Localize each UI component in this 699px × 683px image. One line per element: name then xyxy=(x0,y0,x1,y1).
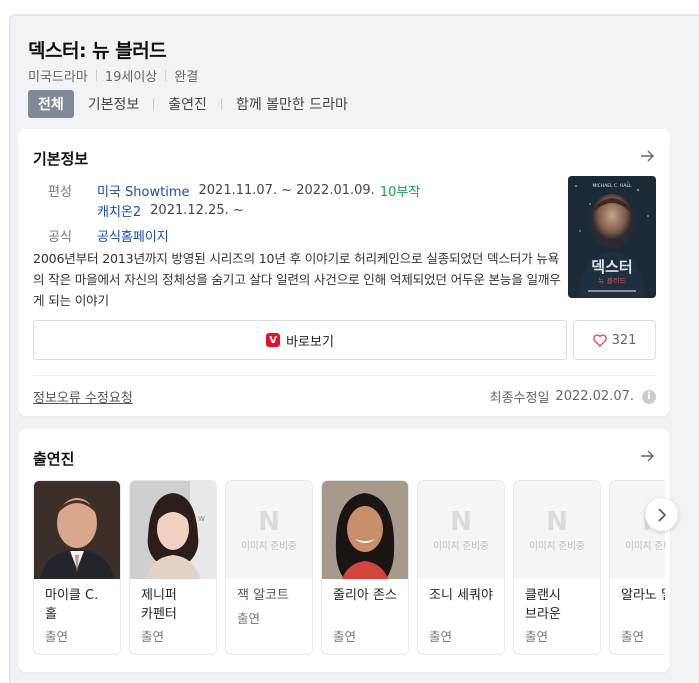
info-row: 캐치온2 2021.12.25. ~ xyxy=(33,200,553,220)
last-updated: 최종수정일 2022.02.07. i xyxy=(490,387,656,406)
basic-info-card: 기본정보 편성 미국 Showtime 2021.11.07. ~ 2022.0… xyxy=(18,129,670,416)
info-row: 편성 미국 Showtime 2021.11.07. ~ 2022.01.09.… xyxy=(33,180,553,200)
official-site-link[interactable]: 공식홈페이지 xyxy=(97,226,169,245)
meta-line: 미국드라마 19세이상 완결 xyxy=(28,66,198,85)
like-count: 321 xyxy=(611,332,637,348)
info-label: 공식 xyxy=(48,229,72,245)
naver-n-icon: N xyxy=(450,507,472,537)
cast-member[interactable]: W 제니퍼 카펜터 출연 xyxy=(129,480,217,655)
poster-title: 덱스터 xyxy=(591,258,632,276)
watch-now-button[interactable]: V 바로보기 xyxy=(33,320,567,360)
info-label: 편성 xyxy=(48,184,72,200)
arrow-right-icon[interactable] xyxy=(638,147,656,165)
carousel-next-button[interactable] xyxy=(645,498,678,531)
updated-date: 2022.02.07. xyxy=(555,389,634,404)
cast-photo-placeholder: N 이미지 준비중 xyxy=(418,481,504,579)
poster-subtitle: 뉴 블러드 xyxy=(598,276,627,285)
drama-info-panel: 덱스터: 뉴 블러드 미국드라마 19세이상 완결 전체 기본정보 출연진 함께… xyxy=(9,14,699,683)
divider xyxy=(95,70,97,81)
cast-role: 출연 xyxy=(333,629,357,644)
arrow-right-icon[interactable] xyxy=(638,447,656,465)
no-image-text: 이미지 준비중 xyxy=(241,541,297,552)
cast-role: 출연 xyxy=(621,629,645,644)
cast-name: 조니 세쿼야 xyxy=(429,588,493,603)
meta-genre: 미국드라마 xyxy=(28,70,88,85)
cast-name: 마이클 C. 홀 xyxy=(45,588,99,622)
meta-status: 완결 xyxy=(174,70,199,85)
tab-bar: 전체 기본정보 출연진 함께 볼만한 드라마 xyxy=(28,90,362,118)
poster-art: MICHAEL C. HALL 덱스터 뉴 블러드 xyxy=(568,176,656,298)
cast-role: 출연 xyxy=(525,629,549,644)
air-dates: 2021.12.25. ~ xyxy=(150,202,244,218)
chevron-right-icon xyxy=(657,507,666,522)
svg-text:W: W xyxy=(198,515,205,523)
page-title: 덱스터: 뉴 블러드 xyxy=(28,40,167,62)
cast-member[interactable]: N 이미지 준비중 조니 세쿼야 출연 xyxy=(417,480,505,655)
naver-n-icon: N xyxy=(258,507,280,537)
heart-icon xyxy=(592,333,607,347)
naver-n-icon: N xyxy=(546,507,568,537)
cast-heading: 출연진 xyxy=(33,450,75,468)
cast-member[interactable]: 마이클 C. 홀 출연 xyxy=(33,480,121,655)
basic-info-heading: 기본정보 xyxy=(33,150,89,168)
no-image-text: 이미지 준비중 xyxy=(625,541,665,552)
tab-cast[interactable]: 출연진 xyxy=(154,90,221,118)
cast-card: 출연진 마이클 C. 홀 출연 W 제니퍼 카펜터 출연 N 이미지 준비중 잭… xyxy=(18,429,670,672)
meta-rating: 19세이상 xyxy=(104,70,158,85)
cast-member[interactable]: N 이미지 준비중 잭 알코트 출연 xyxy=(225,480,313,655)
channel-link[interactable]: 캐치온2 xyxy=(97,201,141,220)
info-icon[interactable]: i xyxy=(642,389,656,404)
info-row: 공식 공식홈페이지 xyxy=(33,225,553,245)
cast-photo-placeholder: N 이미지 준비중 xyxy=(226,481,312,579)
broadcast-info: 편성 미국 Showtime 2021.11.07. ~ 2022.01.09.… xyxy=(33,180,553,245)
tving-icon: V xyxy=(266,333,281,347)
updated-label: 최종수정일 xyxy=(489,391,550,406)
cast-photo xyxy=(34,481,120,579)
episode-count: 10부작 xyxy=(379,184,421,200)
cast-name: 클랜시 브라운 xyxy=(525,588,561,622)
channel-link[interactable]: 미국 Showtime xyxy=(97,181,190,200)
no-image-text: 이미지 준비중 xyxy=(433,541,489,552)
cast-name: 줄리아 존스 xyxy=(333,588,397,603)
tab-similar-dramas[interactable]: 함께 볼만한 드라마 xyxy=(222,90,362,118)
cast-role: 출연 xyxy=(429,629,453,644)
divider xyxy=(33,375,656,376)
cast-role: 출연 xyxy=(141,629,165,644)
cast-photo: W xyxy=(130,481,216,579)
poster-image[interactable]: MICHAEL C. HALL 덱스터 뉴 블러드 xyxy=(568,176,656,298)
cast-photo-placeholder: N 이미지 준비중 xyxy=(514,481,600,579)
cast-name: 알라노 밀러 xyxy=(621,588,665,603)
like-button[interactable]: 321 xyxy=(573,320,656,360)
svg-text:MICHAEL C. HALL: MICHAEL C. HALL xyxy=(592,183,632,189)
air-dates: 2021.11.07. ~ 2022.01.09. xyxy=(198,182,375,198)
report-error-link[interactable]: 정보오류 수정요청 xyxy=(33,387,133,406)
cast-name: 제니퍼 카펜터 xyxy=(141,588,177,622)
cast-list: 마이클 C. 홀 출연 W 제니퍼 카펜터 출연 N 이미지 준비중 잭 알코트… xyxy=(33,480,665,660)
synopsis: 2006년부터 2013년까지 방영된 시리즈의 10년 후 이야기로 허리케인… xyxy=(33,251,561,308)
tab-all[interactable]: 전체 xyxy=(28,90,74,118)
cast-photo xyxy=(322,481,408,579)
no-image-text: 이미지 준비중 xyxy=(529,541,585,552)
watch-label: 바로보기 xyxy=(286,334,334,350)
tab-basic-info[interactable]: 기본정보 xyxy=(74,90,154,118)
cast-role: 출연 xyxy=(45,629,69,644)
divider xyxy=(165,70,167,81)
cast-member[interactable]: 줄리아 존스 출연 xyxy=(321,480,409,655)
cast-member[interactable]: N 이미지 준비중 클랜시 브라운 출연 xyxy=(513,480,601,655)
cast-role: 출연 xyxy=(237,611,261,626)
